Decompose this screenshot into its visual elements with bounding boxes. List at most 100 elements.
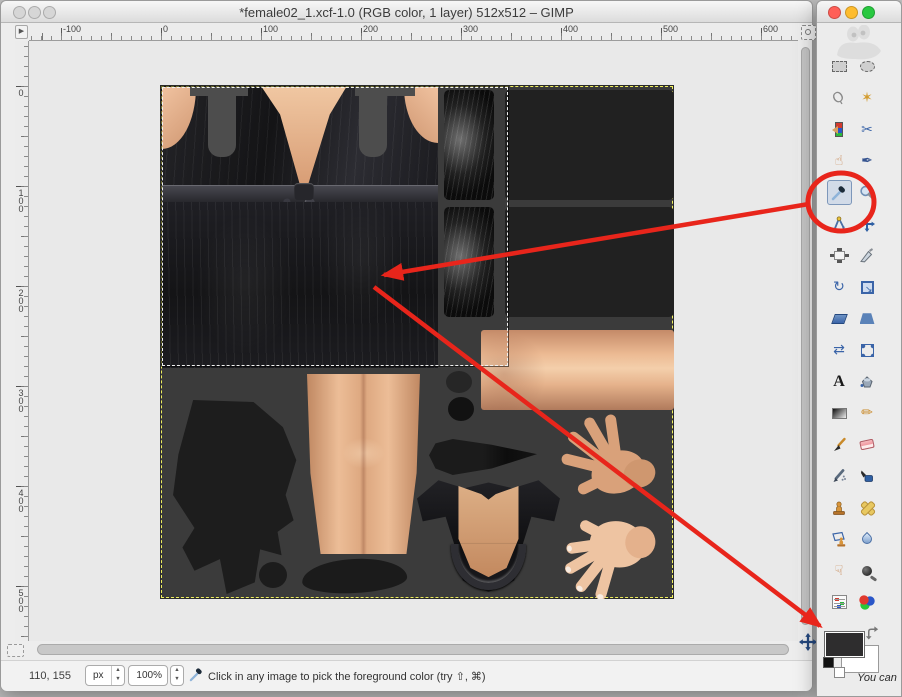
- free-select-icon: Ϙ: [831, 89, 848, 107]
- levels-tool[interactable]: [827, 590, 852, 615]
- texture-dark-panel-2: [505, 207, 674, 317]
- paintbrush-icon: [831, 437, 847, 453]
- ink-tool[interactable]: [855, 464, 880, 489]
- vertical-ruler[interactable]: 0100200300400500: [15, 41, 29, 641]
- perspective-tool[interactable]: [855, 306, 880, 331]
- crop-tool[interactable]: [855, 243, 880, 268]
- ruler-label: 0: [163, 24, 168, 34]
- horizontal-scrollbar-thumb[interactable]: [37, 644, 789, 655]
- ruler-label: 400: [16, 488, 26, 512]
- eraser-icon: [859, 439, 875, 451]
- texture-collar-garment: [417, 478, 560, 592]
- quick-mask-toggle[interactable]: [7, 644, 24, 657]
- ruler-label: 300: [463, 24, 478, 34]
- dodge-burn-icon: [862, 566, 872, 576]
- toolbox-close-button[interactable]: [828, 6, 841, 19]
- eraser-tool[interactable]: [855, 432, 880, 457]
- smudge-tool[interactable]: ☟: [827, 558, 852, 583]
- gimp-toolbox-window: Ϙ ✶ ✂ ☝ ✒ ↻ ⇄ A ✏ ☟ You can: [816, 0, 902, 697]
- ellipse-select-tool[interactable]: [855, 54, 880, 79]
- swap-colors-icon[interactable]: [865, 625, 880, 645]
- dodge-burn-tool[interactable]: [855, 558, 880, 583]
- vertical-scrollbar[interactable]: [799, 43, 813, 635]
- scissors-select-tool[interactable]: ✂: [855, 117, 880, 142]
- ruler-label: 200: [363, 24, 378, 34]
- zoom-value: 100%: [136, 670, 162, 681]
- horizontal-scrollbar[interactable]: [35, 643, 795, 657]
- select-by-color-tool[interactable]: [827, 117, 852, 142]
- unit-spinner[interactable]: ▲▼: [111, 666, 124, 685]
- ink-icon: [859, 468, 875, 484]
- zoom-spinner[interactable]: ▲▼: [170, 665, 184, 686]
- free-select-tool[interactable]: Ϙ: [827, 86, 852, 111]
- texture-dark-sole: [301, 556, 408, 595]
- status-hint-message: Click in any image to pick the foregroun…: [208, 670, 486, 683]
- unit-value: px: [93, 670, 104, 681]
- cage-transform-tool[interactable]: [855, 338, 880, 363]
- shear-tool[interactable]: [827, 306, 852, 331]
- cursor-position: 110, 155: [29, 670, 71, 682]
- foreground-select-icon: ☝: [835, 154, 844, 168]
- vertical-scrollbar-thumb[interactable]: [801, 47, 810, 625]
- rotate-tool[interactable]: ↻: [827, 275, 852, 300]
- align-tool[interactable]: [827, 243, 852, 268]
- image-canvas[interactable]: [161, 86, 673, 598]
- select-by-color-icon: [835, 122, 843, 137]
- pan-navigation-button[interactable]: [799, 633, 817, 651]
- gradient-tool[interactable]: [827, 401, 852, 426]
- move-tool[interactable]: [855, 212, 880, 237]
- horizontal-ruler[interactable]: -1000100200300400500600: [29, 23, 798, 41]
- zoom-level-field[interactable]: 100%: [128, 665, 168, 686]
- crop-icon: [859, 248, 875, 264]
- toolbox-titlebar[interactable]: [817, 1, 901, 23]
- bucket-fill-tool[interactable]: [855, 369, 880, 394]
- ruler-label: 600: [763, 24, 778, 34]
- collar-leather-hem: [451, 544, 525, 590]
- color-picker-tool[interactable]: [827, 180, 852, 205]
- measure-tool[interactable]: [827, 212, 852, 237]
- scale-icon: [861, 281, 874, 294]
- toolbox-grid: Ϙ ✶ ✂ ☝ ✒ ↻ ⇄ A ✏ ☟: [825, 51, 881, 618]
- ruler-label: 0: [16, 88, 26, 96]
- pencil-tool[interactable]: ✏: [855, 401, 880, 426]
- ruler-label: 200: [16, 288, 26, 312]
- texture-legs-skin: [307, 374, 420, 554]
- blur-sharpen-tool[interactable]: [855, 527, 880, 552]
- flip-tool[interactable]: ⇄: [827, 338, 852, 363]
- text-tool[interactable]: A: [827, 369, 852, 394]
- toolbox-zoom-button[interactable]: [862, 6, 875, 19]
- texture-small-circle-2: [448, 397, 474, 421]
- texture-hands-skin: [556, 410, 674, 599]
- airbrush-tool[interactable]: [827, 464, 852, 489]
- unit-selector[interactable]: px ▲▼: [85, 665, 125, 686]
- zoom-follow-window-toggle[interactable]: [801, 25, 816, 40]
- color-balance-tool[interactable]: [855, 590, 880, 615]
- pencil-icon: ✏: [861, 406, 873, 420]
- paths-tool[interactable]: ✒: [855, 149, 880, 174]
- tip-text: You can: [856, 673, 898, 684]
- titlebar[interactable]: *female02_1.xcf-1.0 (RGB color, 1 layer)…: [1, 1, 812, 23]
- zoom-tool[interactable]: [855, 180, 880, 205]
- default-colors-icon[interactable]: [823, 657, 845, 678]
- ruler-label: 300: [16, 388, 26, 412]
- move-icon: [859, 216, 875, 232]
- heal-tool[interactable]: [855, 495, 880, 520]
- levels-icon: [832, 595, 847, 609]
- clone-tool[interactable]: [827, 495, 852, 520]
- paintbrush-tool[interactable]: [827, 432, 852, 457]
- perspective-clone-tool[interactable]: [827, 527, 852, 552]
- paths-icon: ✒: [861, 154, 873, 168]
- fuzzy-select-tool[interactable]: ✶: [855, 86, 880, 111]
- canvas-viewport[interactable]: [29, 41, 798, 641]
- foreground-select-tool[interactable]: ☝: [827, 149, 852, 174]
- ellipse-select-icon: [860, 61, 875, 72]
- ruler-origin-button[interactable]: ▶: [15, 25, 28, 39]
- measure-icon: [831, 216, 847, 232]
- flip-icon: ⇄: [833, 343, 845, 357]
- foreground-color-swatch[interactable]: [824, 631, 865, 658]
- ruler-label: -100: [63, 24, 81, 34]
- scale-tool[interactable]: [855, 275, 880, 300]
- rectangle-select-tool[interactable]: [827, 54, 852, 79]
- toolbox-minimize-button[interactable]: [845, 6, 858, 19]
- eyedropper-icon: [189, 667, 204, 687]
